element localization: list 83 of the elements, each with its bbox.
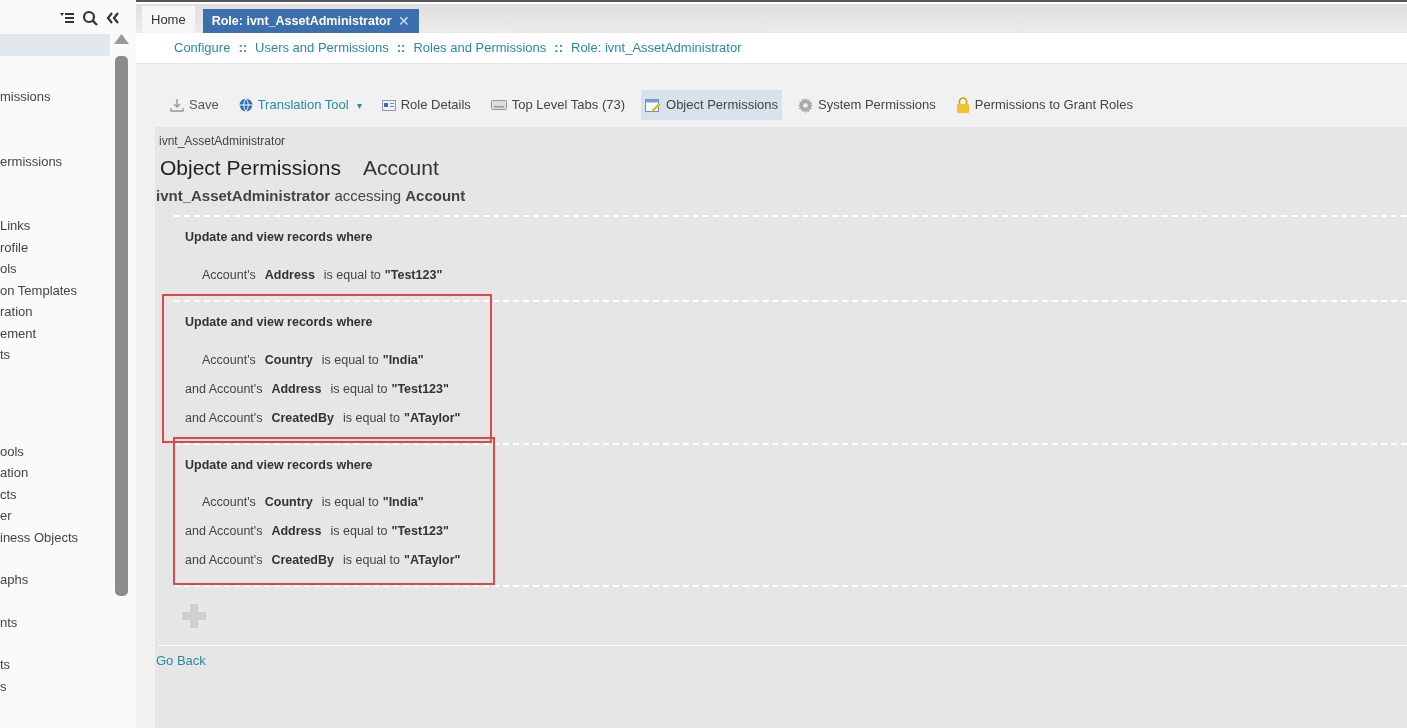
page-subtitle: Account [362, 155, 439, 181]
keyboard-icon [490, 100, 507, 110]
toolbar-button[interactable]: Object Permissions [641, 90, 782, 120]
rule-heading: Update and view records where [185, 456, 374, 474]
condition-prefix: and Account's [185, 552, 263, 570]
toolbar-button[interactable]: System Permissions [794, 90, 940, 120]
breadcrumb-link[interactable]: Configure [174, 38, 231, 58]
sidebar-item[interactable]: rofile [0, 236, 112, 258]
condition-field: CreatedBy [271, 408, 334, 428]
condition-field: Address [271, 522, 322, 542]
condition-value: "Test123" [391, 380, 449, 398]
condition-operator: is equal to [321, 494, 379, 512]
condition-value: "ATaylor" [403, 552, 461, 570]
condition-prefix: and Account's [185, 380, 263, 398]
breadcrumb-link[interactable]: Roles and Permissions [413, 38, 547, 58]
sidebar-item[interactable]: ement [0, 322, 112, 344]
scrollbar[interactable] [115, 56, 128, 596]
breadcrumb-link[interactable]: Role: ivnt_AssetAdministrator [571, 38, 742, 58]
condition-prefix: and Account's [185, 409, 263, 427]
condition-field: Address [264, 265, 315, 285]
condition-value: "Test123" [384, 266, 443, 284]
condition-prefix: Account's [202, 266, 256, 284]
breadcrumb-separator: :: [238, 39, 248, 58]
condition-prefix: and Account's [185, 523, 263, 541]
sidebar-item[interactable]: cts [0, 483, 112, 505]
sidebar-item[interactable]: on Templates [0, 279, 112, 301]
sidebar-item[interactable]: ts [0, 654, 112, 676]
condition-field: Address [271, 379, 322, 399]
summary-text: ivnt_AssetAdministrator accessing Account [156, 185, 467, 206]
sidebar-item[interactable]: ools [0, 440, 112, 462]
condition-prefix: Account's [202, 351, 256, 369]
close-icon[interactable]: ✕ [397, 10, 410, 32]
form-edit-icon [645, 97, 661, 113]
sidebar-item[interactable]: ermissions [0, 150, 112, 172]
gear-icon [798, 97, 813, 113]
caret-icon: ▾ [356, 97, 362, 113]
sidebar-item[interactable]: ration [0, 301, 112, 323]
condition-value: "India" [382, 494, 424, 512]
condition-operator: is equal to [330, 380, 388, 398]
condition-operator: is equal to [323, 266, 381, 284]
globe-icon [238, 98, 253, 112]
sidebar-item[interactable]: er [0, 505, 112, 527]
condition-operator: is equal to [343, 409, 400, 427]
tab[interactable]: Role: ivnt_AssetAdministrator ✕ [202, 9, 419, 33]
condition-field: CreatedBy [271, 551, 334, 571]
toolbar-button[interactable]: Permissions to Grant Roles [951, 90, 1137, 120]
condition-operator: is equal to [321, 351, 379, 369]
search-icon[interactable] [82, 10, 98, 26]
toolbar-button[interactable]: Top Level Tabs (73) [486, 90, 629, 120]
condition-prefix: Account's [202, 494, 256, 512]
sidebar-item[interactable]: iness Objects [0, 526, 112, 548]
breadcrumb-separator: :: [396, 39, 406, 58]
rule-heading: Update and view records where [185, 229, 374, 246]
role-name: ivnt_AssetAdministrator [158, 133, 287, 150]
condition-value: "ATaylor" [403, 409, 461, 427]
toolbar-button[interactable]: Translation Tool ▾ [234, 90, 366, 120]
sidebar-item[interactable]: nts [0, 611, 112, 633]
sidebar-item[interactable]: Links [0, 215, 112, 237]
toolbar-button[interactable]: Role Details [377, 90, 475, 120]
id-card-icon [381, 99, 396, 111]
lock-icon [955, 97, 970, 113]
toolbar-button[interactable]: Save [166, 90, 223, 120]
sidebar-item[interactable]: ation [0, 462, 112, 484]
sidebar-item[interactable]: missions [0, 86, 112, 108]
rule-heading: Update and view records where [185, 313, 374, 331]
sidebar-item[interactable]: aphs [0, 569, 112, 591]
condition-field: Country [264, 493, 313, 513]
breadcrumb-link[interactable]: Users and Permissions [255, 38, 389, 58]
list-icon[interactable] [60, 12, 74, 24]
sidebar-item[interactable]: s [0, 675, 112, 697]
breadcrumb-separator: :: [554, 39, 563, 58]
condition-value: "India" [382, 351, 424, 369]
condition-operator: is equal to [330, 523, 388, 541]
tab[interactable]: Home [142, 6, 195, 33]
sidebar-item[interactable]: ts [0, 344, 112, 366]
scroll-up-icon[interactable] [114, 34, 129, 44]
condition-field: Country [264, 350, 313, 370]
collapse-icon[interactable] [106, 11, 120, 25]
condition-operator: is equal to [343, 552, 400, 570]
sidebar-item[interactable]: ols [0, 258, 112, 280]
download-icon [170, 98, 184, 112]
page-title: Object Permissions [160, 155, 341, 181]
condition-value: "Test123" [391, 523, 449, 541]
